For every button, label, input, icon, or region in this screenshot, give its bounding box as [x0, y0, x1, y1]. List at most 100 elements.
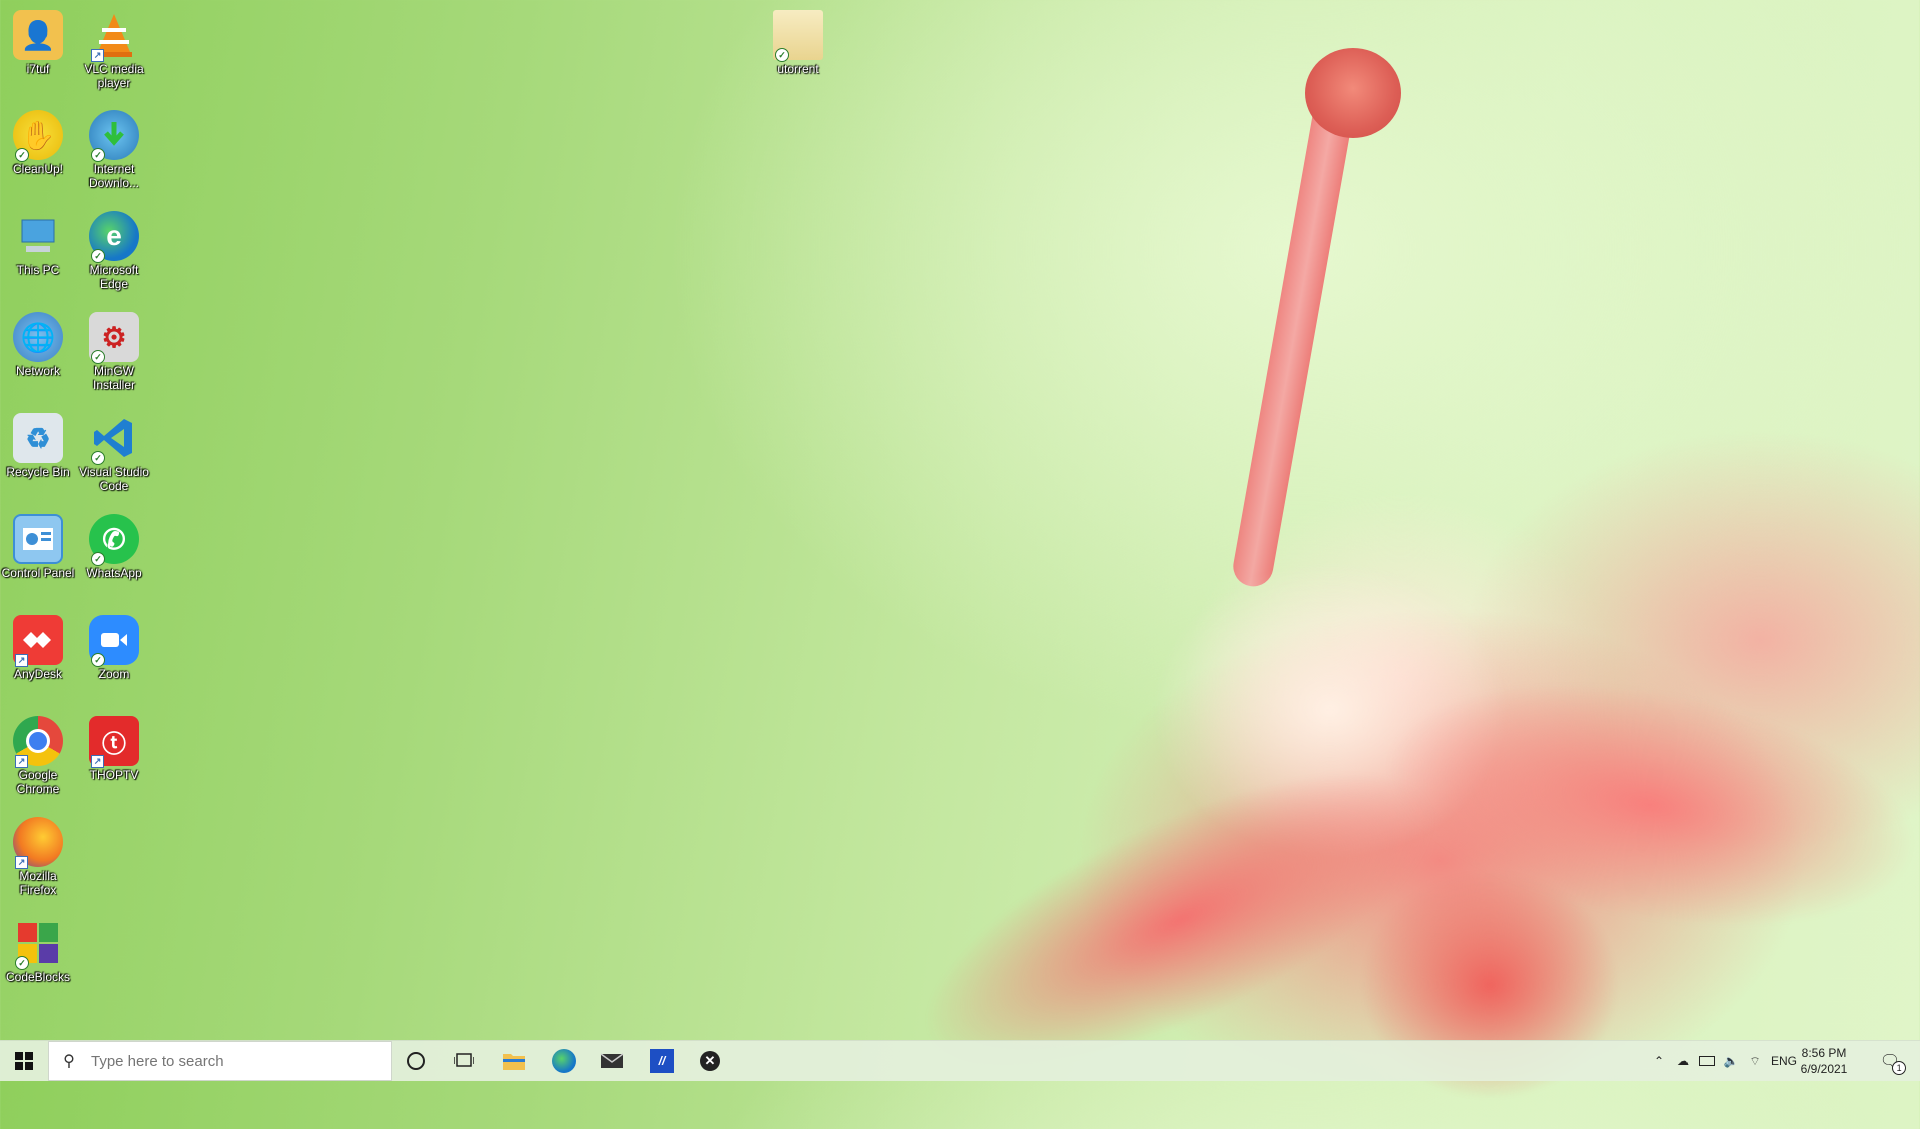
chevron-up-icon: ⌃ [1653, 1054, 1665, 1068]
cortana-button[interactable] [392, 1041, 440, 1081]
desktop-icon-chrome[interactable]: ↗ Google Chrome [0, 710, 76, 806]
icon-label: Recycle Bin [6, 465, 70, 479]
edge-icon: e ✓ [89, 211, 139, 263]
icon-label: VLC media player [84, 62, 144, 90]
desktop-icon-cleanup[interactable]: ✋ ✓ CleanUp! [0, 104, 76, 200]
icon-label: Google Chrome [16, 768, 60, 796]
mingw-installer-icon: ⚙ ✓ [89, 312, 139, 364]
shortcut-arrow-icon: ↗ [91, 49, 104, 62]
sync-check-icon: ✓ [775, 48, 789, 62]
wifi-icon: ⌔ [1749, 1053, 1761, 1068]
shortcut-arrow-icon: ↗ [15, 755, 28, 768]
onedrive-button[interactable]: ☁ [1672, 1041, 1694, 1081]
sync-check-icon: ✓ [91, 249, 105, 263]
taskbar-xbox[interactable]: ✕ [686, 1041, 734, 1081]
edge-icon [552, 1049, 576, 1073]
show-hidden-icons-button[interactable]: ⌃ [1648, 1041, 1670, 1081]
desktop-icon-firefox[interactable]: ↗ Mozilla Firefox [0, 811, 76, 907]
desktop-icon-thoptv[interactable]: ⓣ ↗ THOPTV [76, 710, 152, 806]
xbox-icon: ✕ [700, 1051, 720, 1071]
icon-label: utorrent [777, 62, 819, 76]
chrome-icon: ↗ [13, 716, 63, 768]
desktop-icon-network[interactable]: 🌐 Network [0, 306, 76, 402]
sync-check-icon: ✓ [91, 148, 105, 162]
desktop-icon-i7tuf[interactable]: 👤 i7tuf [0, 4, 76, 100]
computer-icon [13, 211, 63, 261]
desktop-icon-recycle-bin[interactable]: ♻ Recycle Bin [0, 407, 76, 503]
shortcut-arrow-icon: ↗ [15, 654, 28, 667]
user-folder-icon: 👤 [13, 10, 63, 60]
volume-button[interactable]: 🔈 [1720, 1041, 1742, 1081]
cleanup-icon: ✋ ✓ [13, 110, 63, 162]
desktop-icon-this-pc[interactable]: This PC [0, 205, 76, 301]
desktop-icon-vscode[interactable]: ✓ Visual Studio Code [76, 407, 152, 503]
codeblocks-icon: ✓ [13, 918, 63, 970]
icon-label: Internet Downlo... [88, 162, 140, 190]
anydesk-icon: ↗ [13, 615, 63, 667]
desktop-icon-zoom[interactable]: ✓ Zoom [76, 609, 152, 705]
icon-label: CodeBlocks [5, 970, 71, 984]
taskbar-edge[interactable] [540, 1041, 588, 1081]
sync-check-icon: ✓ [15, 956, 29, 970]
zoom-icon: ✓ [89, 615, 139, 667]
taskbar-search[interactable]: ⚲ [48, 1041, 392, 1081]
desktop-icon-utorrent[interactable]: ✓ utorrent [760, 4, 836, 100]
clock-date: 6/9/2021 [1800, 1062, 1848, 1076]
icon-label: Microsoft Edge [89, 263, 139, 291]
speaker-icon: 🔈 [1723, 1054, 1739, 1068]
taskbar-mail[interactable] [588, 1041, 636, 1081]
desktop-icon-anydesk[interactable]: ↗ AnyDesk [0, 609, 76, 705]
taskbar-app[interactable]: // [638, 1041, 686, 1081]
battery-button[interactable] [1696, 1041, 1718, 1081]
icon-label: Mozilla Firefox [19, 869, 57, 897]
network-button[interactable]: ⌔ [1744, 1041, 1766, 1081]
notification-icon: 🗨 1 [1880, 1051, 1907, 1075]
mail-icon [600, 1053, 624, 1068]
desktop-icon-mingw[interactable]: ⚙ ✓ MinGW Installer [76, 306, 152, 402]
action-center-button[interactable]: 🗨 1 [1870, 1041, 1910, 1081]
file-explorer-icon [503, 1054, 525, 1070]
wallpaper-flower-stem [1230, 70, 1360, 590]
task-view-icon [454, 1053, 474, 1067]
desktop-icon-codeblocks[interactable]: ✓ CodeBlocks [0, 912, 76, 1008]
app-icon: // [650, 1049, 674, 1073]
desktop-icon-internet-download-manager[interactable]: ✓ Internet Downlo... [76, 104, 152, 200]
vlc-icon: ↗ [89, 10, 139, 62]
start-button[interactable] [0, 1041, 48, 1081]
taskbar-file-explorer[interactable] [490, 1041, 538, 1081]
icon-label: WhatsApp [86, 566, 142, 580]
desktop-icon-control-panel[interactable]: Control Panel [0, 508, 76, 604]
desktop-icon-whatsapp[interactable]: ✆ ✓ WhatsApp [76, 508, 152, 604]
sync-check-icon: ✓ [91, 653, 105, 667]
windows-logo-icon [15, 1052, 33, 1070]
notification-count-badge: 1 [1892, 1061, 1907, 1075]
icon-label: Visual Studio Code [79, 465, 149, 493]
control-panel-icon [13, 514, 63, 564]
shortcut-arrow-icon: ↗ [15, 856, 28, 869]
wallpaper-flower-bud [1305, 48, 1401, 138]
icon-label: THOPTV [89, 768, 139, 782]
battery-icon [1699, 1056, 1715, 1066]
desktop-icon-vlc[interactable]: ↗ VLC media player [76, 4, 152, 100]
internet-download-manager-icon: ✓ [89, 110, 139, 162]
search-icon: ⚲ [63, 1053, 75, 1070]
icon-label: CleanUp! [12, 162, 64, 176]
taskbar: ⚲ // ✕ ⌃ ☁ 🔈 ⌔ ENG 8:56 PM 6/9/2021 [0, 1040, 1920, 1081]
cloud-icon: ☁ [1677, 1054, 1689, 1068]
icon-label: Control Panel [1, 566, 75, 580]
sync-check-icon: ✓ [91, 350, 105, 364]
sync-check-icon: ✓ [15, 148, 29, 162]
sync-check-icon: ✓ [91, 451, 105, 465]
clock[interactable]: 8:56 PM 6/9/2021 [1790, 1045, 1858, 1077]
firefox-icon: ↗ [13, 817, 63, 869]
thoptv-icon: ⓣ ↗ [89, 716, 139, 768]
vscode-icon: ✓ [89, 413, 139, 465]
recycle-bin-icon: ♻ [13, 413, 63, 463]
search-input[interactable] [89, 1051, 373, 1071]
whatsapp-icon: ✆ ✓ [89, 514, 139, 566]
icon-label: AnyDesk [13, 667, 63, 681]
icon-label: Network [15, 364, 60, 378]
task-view-button[interactable] [440, 1041, 488, 1081]
shortcut-arrow-icon: ↗ [91, 755, 104, 768]
desktop-icon-edge[interactable]: e ✓ Microsoft Edge [76, 205, 152, 301]
